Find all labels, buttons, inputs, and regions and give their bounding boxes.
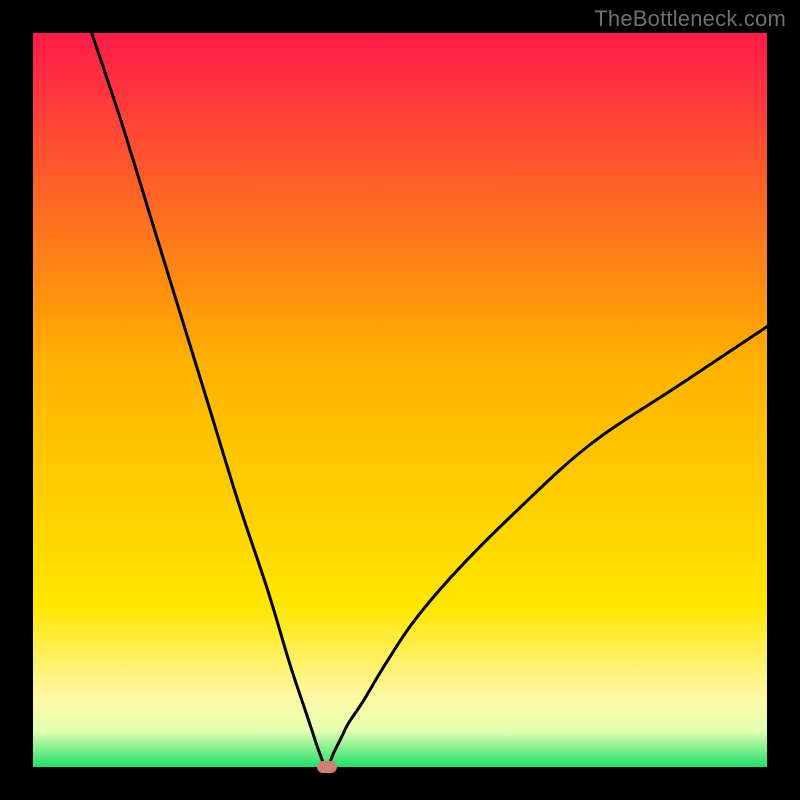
plot-area bbox=[33, 33, 767, 767]
optimal-point-marker bbox=[317, 761, 337, 773]
watermark-text: TheBottleneck.com bbox=[594, 6, 786, 32]
chart-frame: TheBottleneck.com bbox=[0, 0, 800, 800]
bottleneck-chart-svg bbox=[33, 33, 767, 767]
